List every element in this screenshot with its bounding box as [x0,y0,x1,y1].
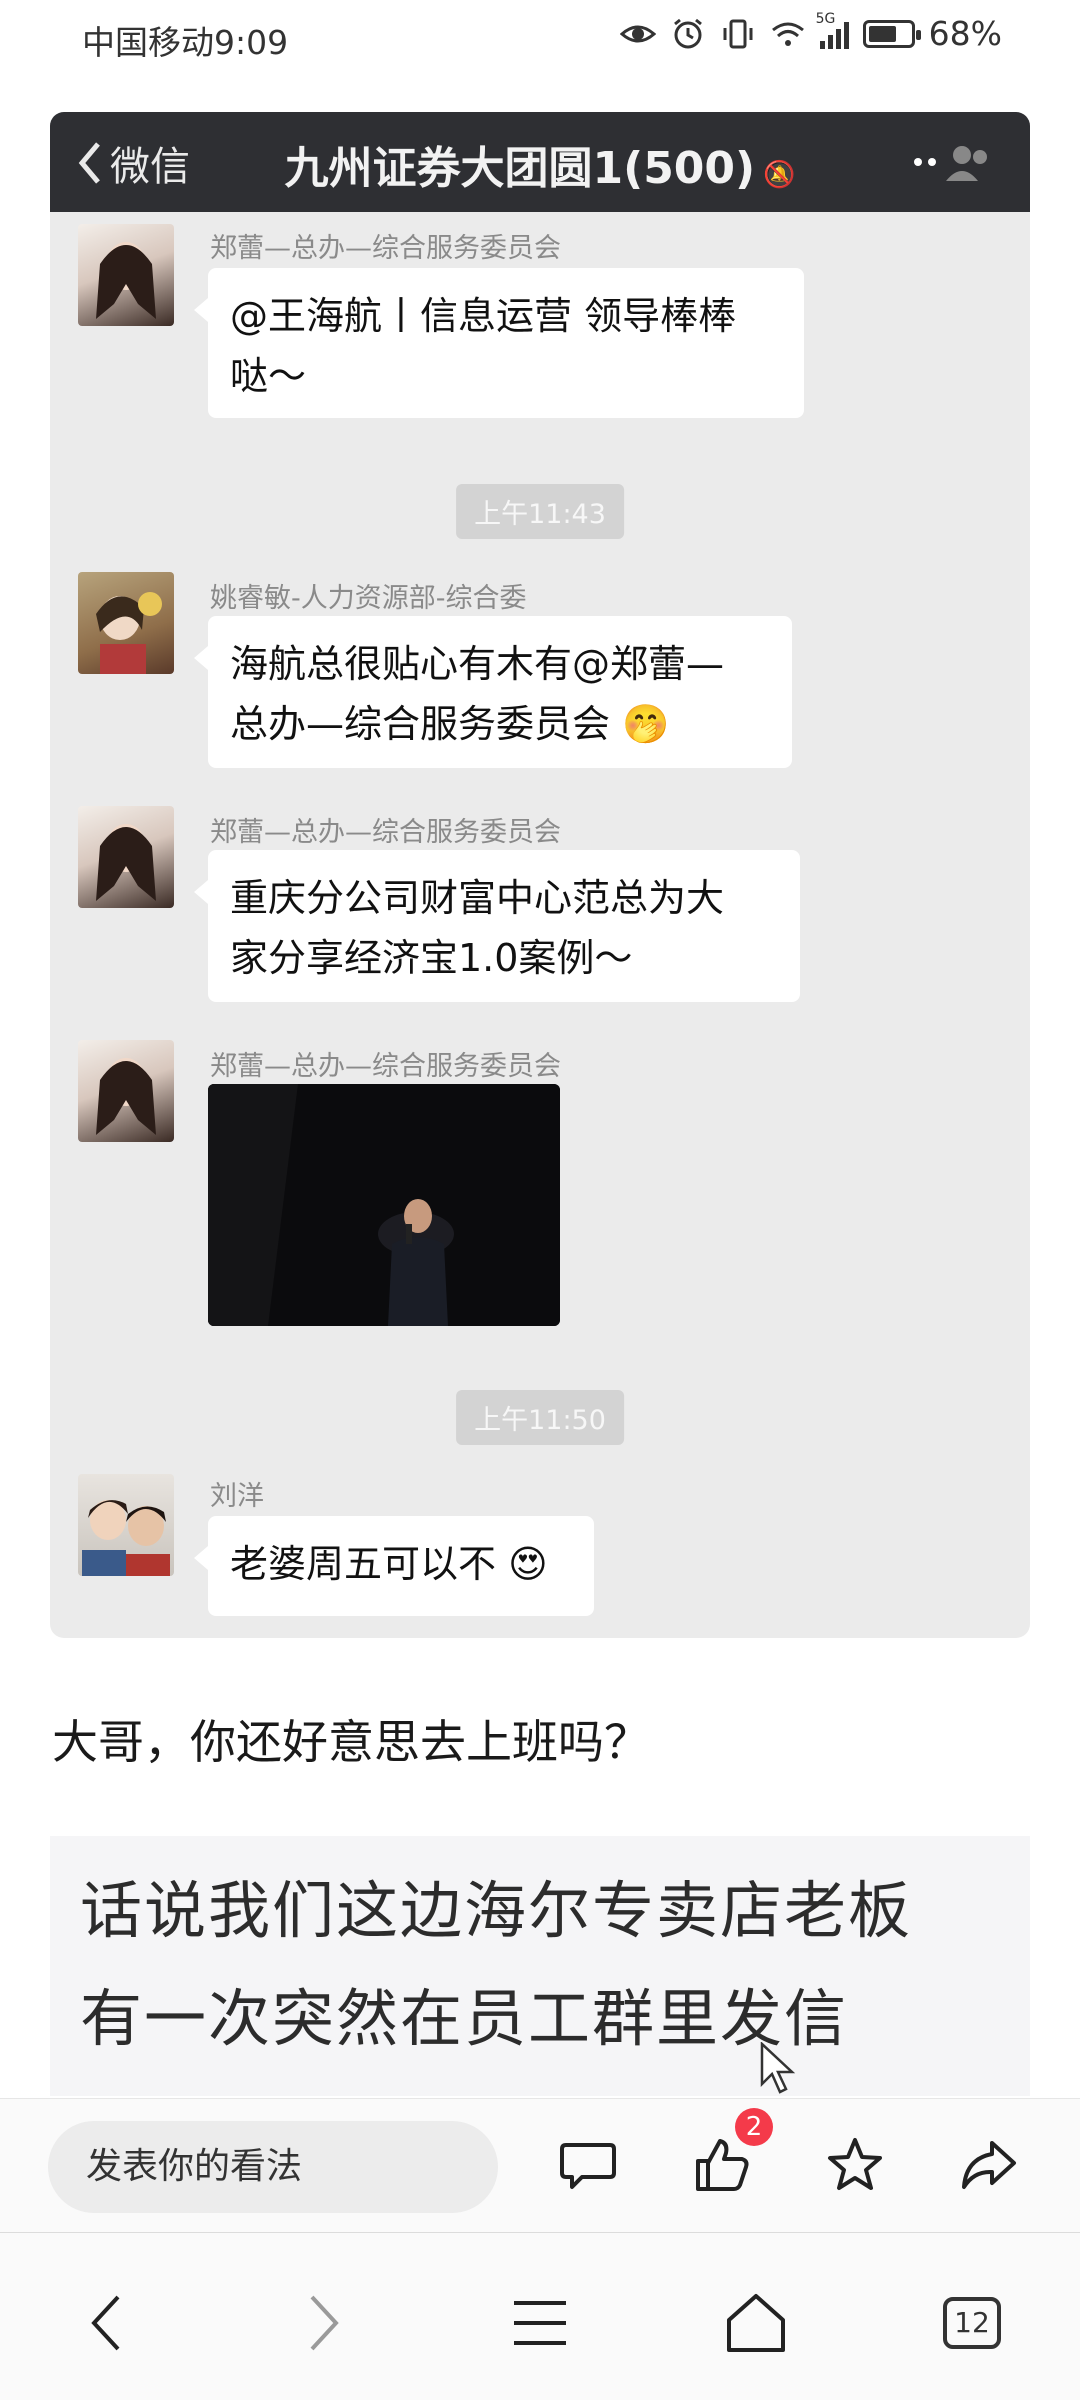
avatar [78,1040,174,1142]
group-title-text: 九州证券大团圆1(500) [284,143,756,194]
image-text-line: 有一次突然在员工群里发信 [80,1982,849,2055]
image-text-line: 话说我们这边海尔专卖店老板 [80,1874,913,1947]
message-text-line: 重庆分公司财富中心范总为大 [230,876,725,920]
status-icons: 5G 68% [619,11,1002,53]
message-text-line: 哒～ [230,354,307,398]
wechat-screenshot-image[interactable]: 微信 九州证券大团圆1(500) 🔕 郑蕾—总办—综合服务委员会 @王海航丨信息运… [50,112,1030,1638]
message-text-line: @王海航丨信息运营 领导棒棒 [230,294,737,338]
more-dots-icon [914,146,987,181]
sender-name: 郑蕾—总办—综合服务委员会 [210,233,561,264]
share-arrow-icon [962,2141,1016,2189]
favorite-button[interactable] [823,2133,887,2197]
wechat-header: 微信 九州证券大团圆1(500) 🔕 [50,112,1030,212]
signal-strength-icon: 5G [816,11,849,49]
thumbs-up-icon [696,2139,749,2191]
speaker-photo[interactable] [208,1084,560,1326]
message-bubble: @王海航丨信息运营 领导棒棒 哒～ [194,268,804,418]
forward-button[interactable] [284,2283,364,2363]
avatar [78,572,174,674]
battery-percent: 68% [928,14,1002,53]
eye-icon [619,25,656,42]
message-text-line: 海航总很贴心有木有@郑蕾— [230,642,725,686]
share-button[interactable] [956,2133,1020,2197]
comment-icon [560,2143,616,2189]
time-divider: 上午11:50 [456,1390,624,1445]
alarm-icon [673,18,702,48]
battery-fill [868,25,896,42]
group-members-icon [900,132,1000,192]
message-text-line: 总办—综合服务委员会 🤭 [230,702,670,746]
article-image[interactable]: 话说我们这边海尔专卖店老板 有一次突然在员工群里发信 [50,1836,1030,2096]
message-text-line: 老婆周五可以不 😍 [230,1542,548,1586]
time-divider: 上午11:43 [456,484,624,539]
chevron-left-icon [91,2295,120,2351]
back-button[interactable] [66,2283,146,2363]
sender-name: 刘洋 [210,1481,264,1512]
home-icon [727,2294,785,2352]
avatar [78,224,174,326]
mouse-pointer-icon [760,2042,796,2094]
menu-button[interactable] [500,2283,580,2363]
sender-name: 郑蕾—总办—综合服务委员会 [210,1051,561,1082]
battery-icon [862,19,921,48]
message-bubble: 海航总很贴心有木有@郑蕾— 总办—综合服务委员会 🤭 [194,616,792,768]
wifi-icon [771,22,804,46]
like-count-badge: 2 [735,2108,773,2146]
avatar [78,1474,174,1576]
tabs-count: 12 [943,2297,1001,2349]
hamburger-menu-icon [514,2301,566,2345]
home-button[interactable] [716,2283,796,2363]
sender-name: 姚睿敏-人力资源部-综合委 [210,583,527,614]
message-text-line: 家分享经济宝1.0案例～ [230,936,633,980]
tabs-button[interactable]: 12 [932,2283,1012,2363]
article-paragraph: 大哥，你还好意思去上班吗？ [52,1715,650,1769]
sender-name: 郑蕾—总办—综合服务委员会 [210,817,561,848]
network-type-label: 5G [815,10,836,27]
carrier-time: 中国移动9:09 [82,23,289,62]
avatar [78,806,174,908]
vibrate-icon [723,19,753,48]
status-bar: 中国移动9:09 5G 68% [0,0,1080,72]
comment-action-bar: 发表你的看法 [0,2098,1080,2232]
comment-input[interactable]: 发表你的看法 [48,2121,498,2213]
group-title: 九州证券大团圆1(500) 🔕 [50,132,1030,196]
message-bubble: 重庆分公司财富中心范总为大 家分享经济宝1.0案例～ [194,850,800,1002]
mute-icon: 🔕 [763,160,796,190]
message-bubble: 老婆周五可以不 😍 [194,1516,594,1616]
browser-nav-bar: 12 [0,2232,1080,2400]
chevron-right-icon [310,2295,339,2351]
star-icon [828,2138,882,2190]
comment-button[interactable] [556,2133,620,2197]
